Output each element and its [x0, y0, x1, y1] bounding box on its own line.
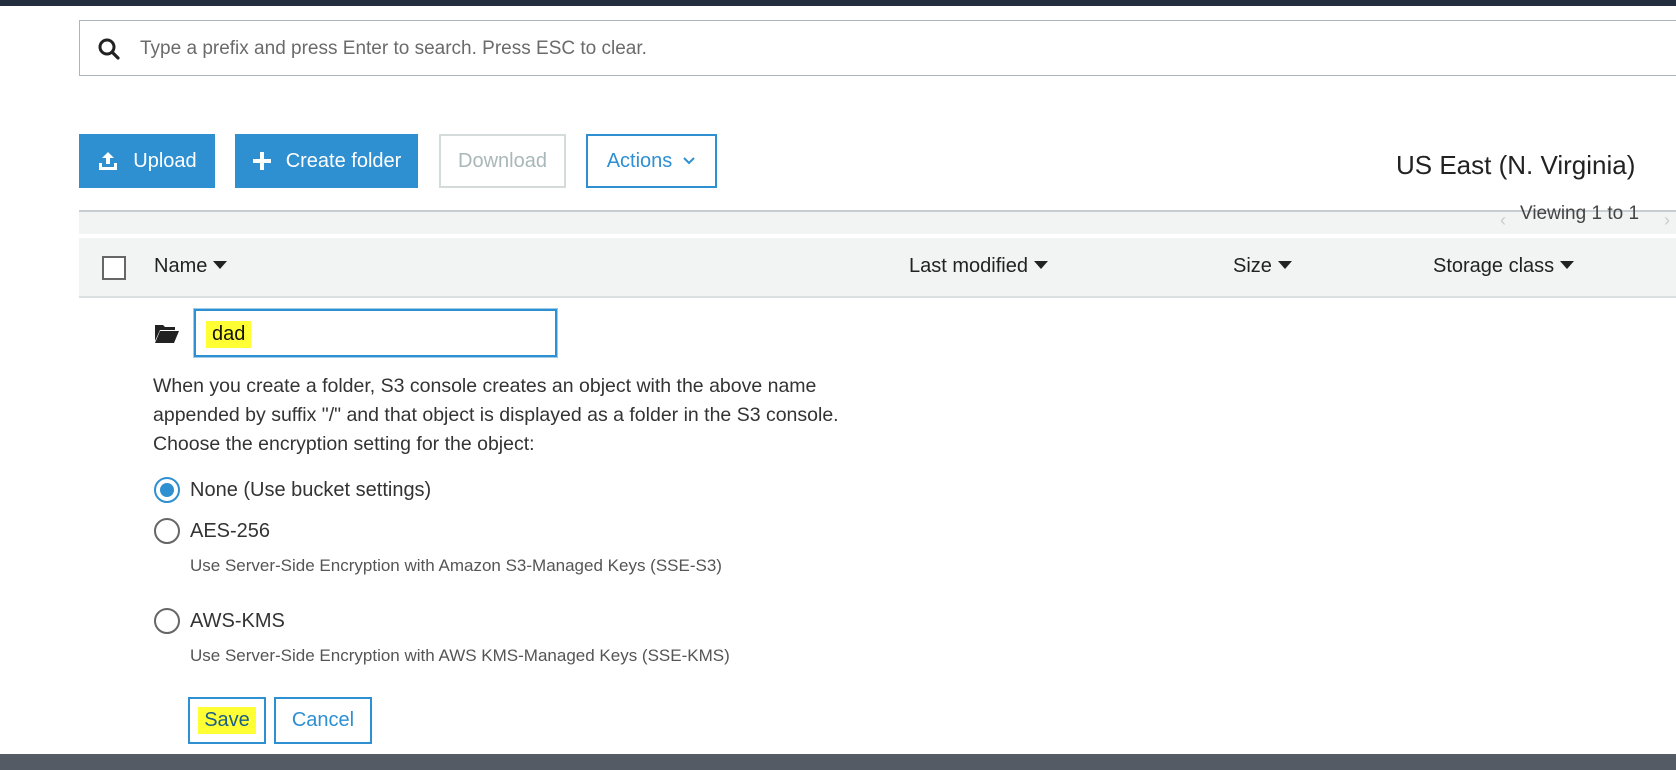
- cancel-label: Cancel: [291, 709, 355, 731]
- upload-icon: [99, 152, 118, 170]
- plus-icon: [252, 152, 271, 170]
- folder-open-icon: [155, 325, 179, 343]
- sort-caret-icon: [213, 261, 228, 269]
- encryption-option-none[interactable]: None (Use bucket settings): [154, 477, 431, 503]
- table-header: Name Last modified Size Storage class: [79, 238, 1676, 298]
- actions-label: Actions: [606, 149, 673, 172]
- folder-name-value: dad: [206, 321, 252, 348]
- search-box[interactable]: [79, 20, 1676, 76]
- radio-none[interactable]: [154, 477, 180, 503]
- create-folder-button[interactable]: Create folder: [235, 134, 418, 188]
- save-label: Save: [198, 707, 256, 734]
- top-nav-bar: [0, 0, 1676, 6]
- region-label: US East (N. Virginia): [1396, 150, 1636, 180]
- sort-caret-icon: [1560, 261, 1575, 269]
- encryption-option-awskms[interactable]: AWS-KMS: [154, 608, 285, 634]
- encryption-option-help: Use Server-Side Encryption with AWS KMS-…: [190, 646, 730, 665]
- column-size-label: Size: [1233, 255, 1272, 277]
- column-name[interactable]: Name: [154, 255, 228, 278]
- radio-aes256[interactable]: [154, 518, 180, 544]
- sort-caret-icon: [1033, 261, 1048, 269]
- actions-dropdown[interactable]: Actions: [586, 134, 717, 188]
- folder-name-input[interactable]: dad: [194, 309, 557, 357]
- bottom-bar: [0, 754, 1676, 770]
- search-icon: [98, 38, 120, 60]
- encryption-option-help: Use Server-Side Encryption with Amazon S…: [190, 556, 722, 575]
- encryption-option-label: None (Use bucket settings): [190, 478, 432, 501]
- next-page-icon[interactable]: ›: [1664, 210, 1670, 231]
- create-folder-label: Create folder: [285, 149, 402, 172]
- column-storage-class[interactable]: Storage class: [1433, 255, 1575, 278]
- upload-button[interactable]: Upload: [79, 134, 215, 188]
- upload-label: Upload: [133, 149, 197, 172]
- download-button[interactable]: Download: [439, 134, 566, 188]
- select-all-checkbox[interactable]: [102, 256, 126, 280]
- create-folder-description: When you create a folder, S3 console cre…: [153, 375, 839, 455]
- column-storage-class-label: Storage class: [1433, 255, 1555, 277]
- pagination-strip: [79, 212, 1676, 234]
- column-last-modified-label: Last modified: [909, 255, 1028, 277]
- column-name-label: Name: [154, 255, 208, 277]
- pagination-text: Viewing 1 to 1: [1520, 203, 1640, 224]
- radio-awskms[interactable]: [154, 608, 180, 634]
- chevron-down-icon: [683, 157, 696, 165]
- download-label: Download: [458, 149, 547, 172]
- encryption-option-label: AWS-KMS: [190, 609, 285, 632]
- previous-page-icon[interactable]: ‹: [1500, 210, 1506, 231]
- column-size[interactable]: Size: [1233, 255, 1292, 278]
- column-last-modified[interactable]: Last modified: [909, 255, 1048, 278]
- search-input[interactable]: [138, 31, 1242, 67]
- save-button[interactable]: Save: [188, 697, 266, 744]
- sort-caret-icon: [1277, 261, 1292, 269]
- encryption-option-label: AES-256: [190, 519, 271, 542]
- cancel-button[interactable]: Cancel: [274, 697, 372, 744]
- encryption-option-aes256[interactable]: AES-256: [154, 518, 270, 544]
